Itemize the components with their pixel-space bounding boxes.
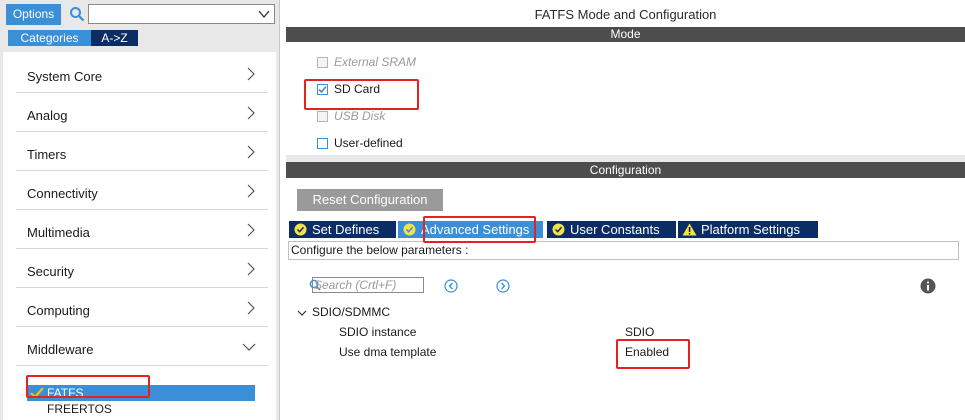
- category-middleware[interactable]: Middleware: [16, 328, 268, 366]
- check-circle-icon: [403, 223, 416, 236]
- info-icon[interactable]: [920, 278, 936, 294]
- parameter-search-input[interactable]: Search (Crtl+F): [312, 277, 424, 293]
- check-icon: [30, 387, 44, 399]
- warning-icon: [682, 223, 697, 236]
- checkbox-checked-icon[interactable]: [317, 84, 328, 95]
- page-title: FATFS Mode and Configuration: [286, 0, 965, 27]
- middleware-item-label: FATFS: [47, 386, 84, 400]
- category-label: Timers: [27, 147, 67, 162]
- mode-section: External SRAM SD Card USB Disk User-defi…: [286, 42, 965, 155]
- search-combobox[interactable]: [88, 4, 275, 24]
- options-button[interactable]: Options: [6, 4, 61, 25]
- category-label: Multimedia: [27, 225, 90, 240]
- category-label: Middleware: [27, 342, 94, 357]
- category-system-core[interactable]: System Core: [16, 55, 268, 93]
- group-label: SDIO/SDMMC: [312, 305, 390, 319]
- chevron-down-icon: [242, 343, 256, 351]
- category-multimedia[interactable]: Multimedia: [16, 211, 268, 249]
- reset-configuration-button[interactable]: Reset Configuration: [297, 189, 443, 211]
- next-icon[interactable]: [496, 279, 510, 293]
- category-label: Computing: [27, 303, 90, 318]
- parameter-value: Enabled: [625, 345, 670, 359]
- mode-option-label: User-defined: [334, 136, 403, 150]
- parameter-row[interactable]: SDIO instance SDIO: [286, 325, 965, 341]
- parameter-key: SDIO instance: [339, 325, 417, 339]
- tab-label: Advanced Settings: [421, 222, 530, 237]
- tab-user-constants[interactable]: User Constants: [547, 221, 676, 238]
- mode-option-label: SD Card: [334, 82, 381, 96]
- category-label: Analog: [27, 108, 68, 123]
- parameter-value: SDIO: [625, 325, 655, 339]
- previous-icon[interactable]: [444, 279, 458, 293]
- tab-advanced-settings[interactable]: Advanced Settings: [398, 221, 543, 238]
- mode-option-label: External SRAM: [334, 55, 417, 69]
- tab-label: Set Defines: [312, 222, 380, 237]
- category-timers[interactable]: Timers: [16, 133, 268, 171]
- chevron-right-icon: [247, 106, 255, 120]
- category-label: Security: [27, 264, 74, 279]
- tab-set-defines[interactable]: Set Defines: [289, 221, 396, 238]
- middleware-item-fatfs[interactable]: FATFS: [27, 385, 255, 401]
- category-analog[interactable]: Analog: [16, 94, 268, 132]
- category-label: System Core: [27, 69, 103, 84]
- checkbox-icon[interactable]: [317, 138, 328, 149]
- chevron-right-icon: [247, 67, 255, 81]
- chevron-right-icon: [247, 301, 255, 315]
- chevron-right-icon: [247, 262, 255, 276]
- configuration-section: Reset Configuration Set Defines Advanced…: [286, 178, 965, 420]
- category-list: System Core Analog Timers Connectivity M…: [3, 52, 276, 420]
- tab-a-z[interactable]: A->Z: [91, 30, 138, 46]
- tab-label: Platform Settings: [701, 222, 800, 237]
- parameters-hint: Configure the below parameters :: [288, 241, 959, 260]
- tab-platform-settings[interactable]: Platform Settings: [678, 221, 818, 238]
- category-computing[interactable]: Computing: [16, 289, 268, 327]
- category-connectivity[interactable]: Connectivity: [16, 172, 268, 210]
- checkbox-icon[interactable]: [317, 57, 328, 68]
- parameter-key: Use dma template: [339, 345, 437, 359]
- chevron-down-icon[interactable]: [297, 308, 307, 318]
- right-panel: FATFS Mode and Configuration Mode Extern…: [286, 0, 965, 420]
- category-label: Connectivity: [27, 186, 98, 201]
- configuration-header: Configuration: [286, 162, 965, 178]
- checkbox-icon[interactable]: [317, 111, 328, 122]
- mode-option-label: USB Disk: [334, 109, 386, 123]
- chevron-right-icon: [247, 145, 255, 159]
- chevron-down-icon[interactable]: [257, 7, 271, 21]
- left-panel: Options Categories A->Z System Core Anal…: [0, 0, 280, 420]
- check-circle-icon: [552, 223, 565, 236]
- mode-header: Mode: [286, 27, 965, 42]
- check-circle-icon: [294, 223, 307, 236]
- category-security[interactable]: Security: [16, 250, 268, 288]
- middleware-item-freertos[interactable]: FREERTOS: [47, 402, 112, 416]
- chevron-right-icon: [247, 184, 255, 198]
- parameter-row[interactable]: Use dma template Enabled: [286, 345, 965, 361]
- search-icon[interactable]: [69, 6, 85, 22]
- chevron-right-icon: [247, 223, 255, 237]
- tab-label: User Constants: [570, 222, 660, 237]
- tab-categories[interactable]: Categories: [8, 30, 91, 46]
